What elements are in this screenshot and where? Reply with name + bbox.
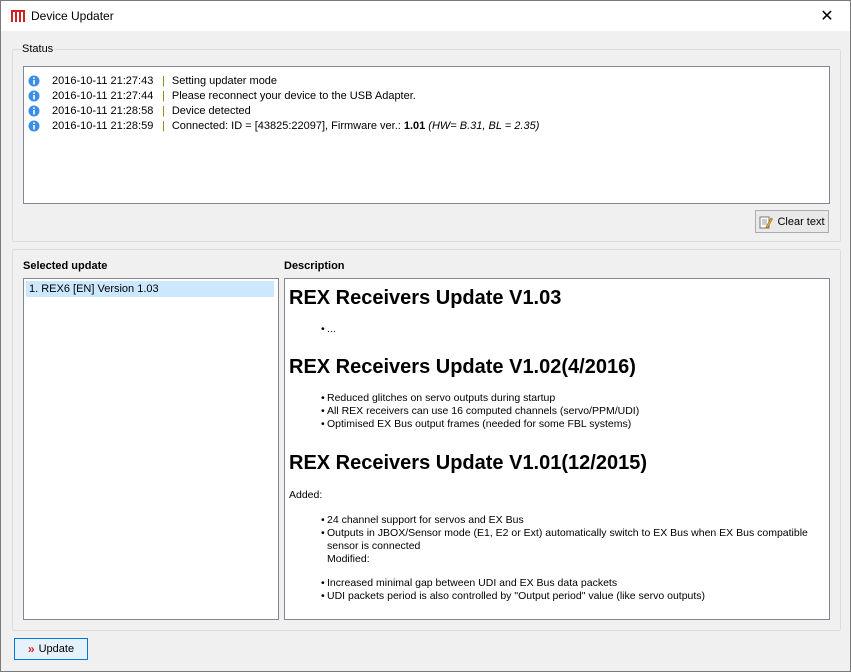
info-icon [28,120,40,131]
list-item: • Increased minimal gap between UDI and E… [321,577,618,589]
list-item-continuation: sensor is connected [327,540,421,552]
info-icon [28,90,40,101]
hardware-info: (HW= B.31, BL = 2.35) [428,119,540,132]
status-legend: Status [21,43,55,55]
list-item: • Optimised EX Bus output frames (needed … [321,418,632,430]
close-button[interactable]: ✕ [804,1,850,31]
log-row: 2016-10-11 21:27:44 | Please reconnect y… [28,88,416,103]
list-item: • All REX receivers can use 16 computed c… [321,405,640,417]
list-item: • Outputs in JBOX/Sensor mode (E1, E2 or … [321,527,808,539]
title-bar: Device Updater ✕ [1,1,850,31]
log-separator: | [162,74,165,87]
firmware-version: 1.01 [403,119,426,132]
status-group: Status 2016-10-11 21:27:43 | Setting upd… [12,43,841,242]
log-row: 2016-10-11 21:28:59 | Connected: ID = [4… [28,118,539,133]
log-message: Device detected [171,104,251,117]
close-icon: ✕ [820,8,834,25]
info-icon [28,105,40,116]
log-separator: | [162,104,165,117]
window-title: Device Updater [31,9,114,23]
description-panel[interactable]: REX Receivers Update V1.03 •... REX Rece… [284,278,830,620]
update-label: Update [38,643,75,655]
list-item: • UDI packets period is also controlled b… [321,590,706,602]
log-time: 2016-10-11 21:28:59 [52,119,154,132]
log-row: 2016-10-11 21:28:58 | Device detected [28,103,251,118]
log-message: Setting updater mode [171,74,278,87]
double-arrow-right-icon: » [27,642,35,656]
log-time: 2016-10-11 21:28:58 [52,104,154,117]
jeti-logo-icon [11,10,25,22]
list-item: •... [321,323,336,335]
log-separator: | [162,119,165,132]
list-item-label: 1. REX6 [EN] Version 1.03 [29,283,159,295]
description-label: Description [284,260,345,272]
release-heading: REX Receivers Update V1.02(4/2016) [289,356,636,378]
device-updater-window: Device Updater ✕ Status 2016-10-11 21:27… [0,0,851,672]
release-heading: REX Receivers Update V1.01(12/2015) [289,452,647,474]
log-message: Please reconnect your device to the USB … [171,89,416,102]
clear-text-label: Clear text [777,215,825,228]
log-time: 2016-10-11 21:27:43 [52,74,154,87]
modified-label: Modified: [327,553,370,565]
log-separator: | [162,89,165,102]
list-item[interactable]: 1. REX6 [EN] Version 1.03 [26,281,274,297]
selected-update-label: Selected update [23,260,108,272]
status-log[interactable]: 2016-10-11 21:27:43 | Setting updater mo… [23,66,830,204]
clear-text-button[interactable]: Clear text [755,210,829,233]
list-item: • Reduced glitches on servo outputs durin… [321,392,556,404]
update-button[interactable]: » Update [14,638,88,660]
update-list[interactable]: 1. REX6 [EN] Version 1.03 [23,278,279,620]
log-row: 2016-10-11 21:27:43 | Setting updater mo… [28,73,277,88]
release-heading: REX Receivers Update V1.03 [289,287,562,309]
info-icon [28,75,40,86]
log-message: Connected: ID = [43825:22097], Firmware … [171,119,401,132]
list-item: • 24 channel support for servos and EX Bu… [321,514,524,526]
update-group: Selected update Description 1. REX6 [EN]… [12,249,841,631]
added-label: Added: [289,489,323,501]
clear-text-icon [759,216,774,228]
log-time: 2016-10-11 21:27:44 [52,89,154,102]
